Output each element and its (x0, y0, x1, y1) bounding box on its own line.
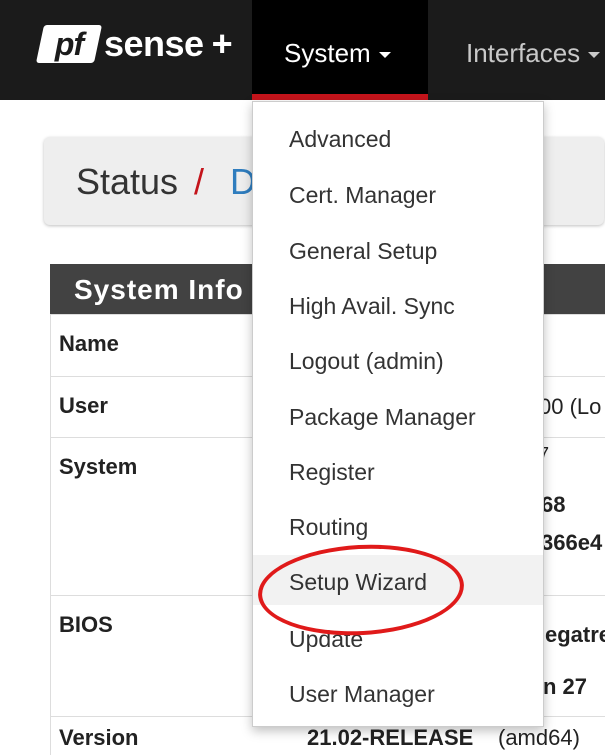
menu-item-advanced[interactable]: Advanced (253, 112, 543, 162)
row-value-version: 21.02-RELEASE (307, 725, 474, 750)
menu-item-general-setup[interactable]: General Setup (253, 224, 543, 274)
nav-interfaces-label: Interfaces (466, 38, 581, 68)
logo-sense-text: sense (104, 23, 204, 64)
row-label-bios: BIOS (59, 612, 113, 637)
logo-pf-badge: pf (35, 25, 103, 63)
nav-interfaces-menu[interactable]: Interfaces (466, 38, 601, 69)
active-indicator-bar (252, 94, 428, 100)
menu-item-user-manager[interactable]: User Manager (253, 667, 543, 717)
nav-system-menu[interactable]: System (252, 0, 428, 100)
chevron-down-icon (588, 52, 601, 59)
pfsense-logo[interactable]: pf sense + (35, 22, 233, 66)
menu-item-logout[interactable]: Logout (admin) (253, 334, 543, 384)
row-value-system-2: 68 (541, 492, 566, 517)
chevron-down-icon (378, 52, 391, 59)
nav-system-label: System (284, 38, 391, 69)
menu-item-cert-manager[interactable]: Cert. Manager (253, 168, 543, 218)
menu-item-routing[interactable]: Routing (253, 500, 543, 550)
system-dropdown-menu: Advanced Cert. Manager General Setup Hig… (252, 101, 544, 727)
row-label-name: Name (59, 331, 119, 356)
row-value-system-3: 366e4 (541, 530, 603, 555)
menu-item-package-manager[interactable]: Package Manager (253, 390, 543, 440)
row-value-bios-2: n 27 (543, 674, 588, 699)
row-value-user: 00 (Lo (539, 394, 602, 419)
menu-item-register[interactable]: Register (253, 445, 543, 495)
top-navbar: pf sense + System Interfaces (0, 0, 605, 100)
breadcrumb-status[interactable]: Status (76, 161, 178, 203)
menu-item-high-avail-sync[interactable]: High Avail. Sync (253, 279, 543, 329)
logo-plus-text: + (211, 23, 233, 64)
row-value-version-arch: (amd64) (498, 725, 580, 750)
panel-title: System Info (74, 274, 244, 305)
row-value-bios-1: egatre (545, 622, 605, 647)
row-label-system: System (59, 454, 138, 479)
row-label-user: User (59, 393, 108, 418)
row-label-version: Version (59, 725, 139, 750)
breadcrumb-separator: / (194, 161, 205, 202)
